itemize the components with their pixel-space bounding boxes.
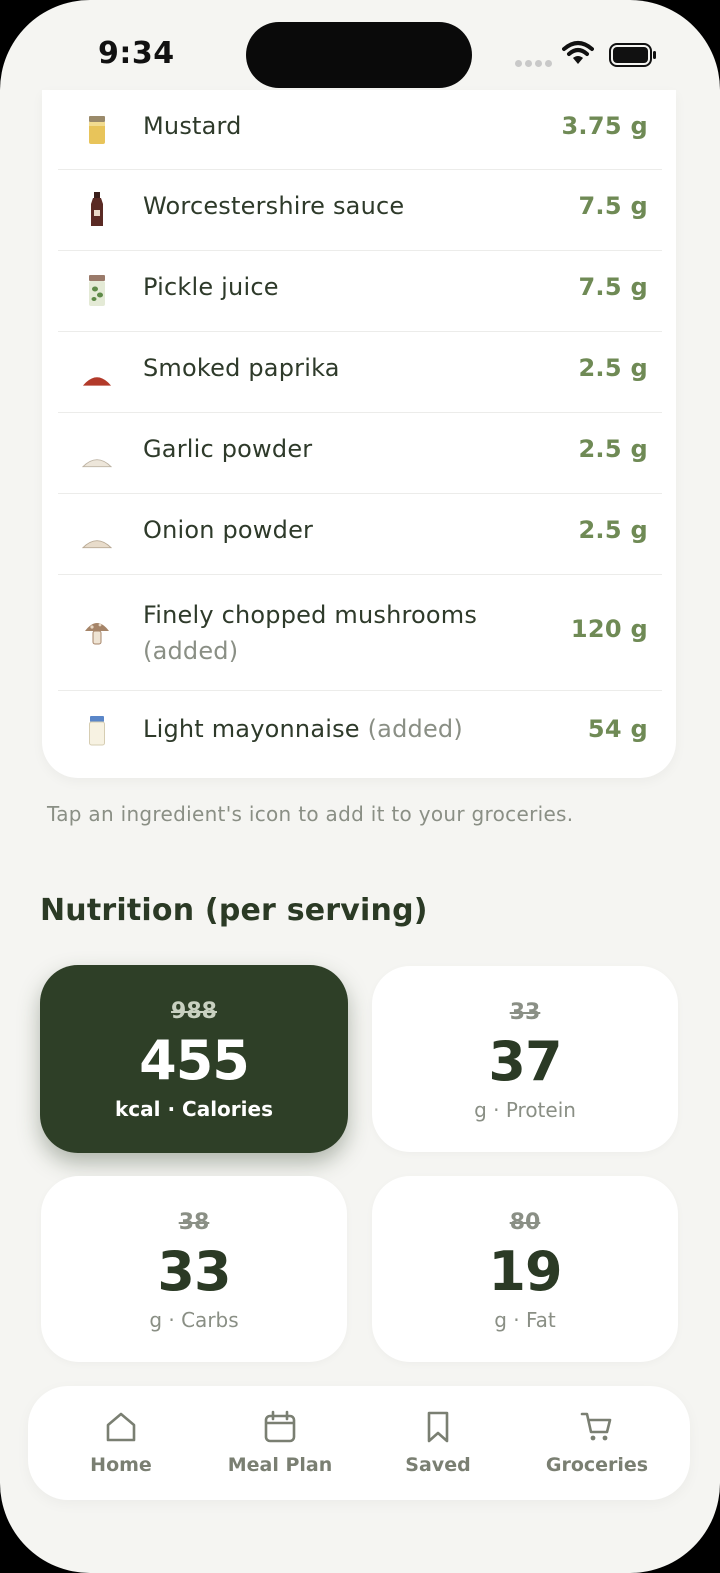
ingredient-qty: 2.5 g [578, 435, 648, 463]
fat-unit: g · Fat [494, 1308, 556, 1332]
fat-old-value: 80 [509, 1210, 541, 1235]
wifi-icon [562, 41, 594, 64]
status-bar: 9:34 [0, 0, 720, 96]
mustard-jar-icon[interactable] [82, 110, 112, 150]
ingredient-name: Worcestershire sauce [143, 192, 405, 220]
ingredient-name: Garlic powder [143, 435, 313, 463]
ingredient-row[interactable]: Mustard 3.75 g [58, 90, 662, 170]
calories-tile[interactable]: 988 455 kcal · Calories [40, 965, 348, 1153]
ingredient-row[interactable]: Light mayonnaise (added) 54 g [58, 691, 662, 775]
tab-home-label: Home [90, 1454, 152, 1476]
ingredient-name: Mustard [143, 112, 242, 140]
fat-tile[interactable]: 80 19 g · Fat [372, 1176, 678, 1362]
protein-old-value: 33 [509, 1000, 541, 1025]
carbs-tile[interactable]: 38 33 g · Carbs [41, 1176, 347, 1362]
ingredient-row[interactable]: Worcestershire sauce 7.5 g [58, 170, 662, 251]
signal-dots-icon [515, 60, 552, 67]
tab-meal-plan[interactable]: Meal Plan [200, 1386, 360, 1500]
phone-screen: 9:34 Mustard 3.75 g Worcestershire sauce [0, 0, 720, 1573]
ingredient-row[interactable]: Finely chopped mushrooms (added) 120 g [58, 575, 662, 691]
ingredient-row[interactable]: Pickle juice 7.5 g [58, 251, 662, 332]
ingredient-added-note: (added) [143, 637, 239, 665]
battery-icon [609, 43, 656, 67]
ingredient-name: Finely chopped mushrooms (added) [143, 597, 543, 669]
ingredient-name: Pickle juice [143, 273, 279, 301]
ingredient-name-text: Finely chopped mushrooms [143, 601, 478, 629]
tab-home[interactable]: Home [41, 1386, 201, 1500]
cart-icon [580, 1412, 612, 1441]
grocery-tip: Tap an ingredient's icon to add it to yo… [47, 802, 574, 826]
powder-pile-icon[interactable] [82, 433, 112, 473]
ingredient-name: Light mayonnaise (added) [143, 715, 463, 743]
ingredient-added-note: (added) [367, 715, 463, 743]
pickle-jar-icon[interactable] [82, 271, 112, 311]
carbs-value: 33 [157, 1240, 231, 1303]
ingredient-row[interactable]: Smoked paprika 2.5 g [58, 332, 662, 413]
nutrition-title: Nutrition (per serving) [40, 893, 428, 928]
status-time: 9:34 [98, 36, 175, 71]
ingredient-qty: 3.75 g [561, 112, 648, 140]
bookmark-icon [427, 1411, 449, 1443]
ingredient-qty: 7.5 g [578, 192, 648, 220]
calendar-icon [264, 1410, 296, 1443]
fat-value: 19 [488, 1240, 562, 1303]
protein-value: 37 [488, 1030, 562, 1093]
ingredient-qty: 2.5 g [578, 516, 648, 544]
home-icon [106, 1412, 136, 1442]
carbs-unit: g · Carbs [149, 1308, 239, 1332]
tab-saved-label: Saved [405, 1454, 471, 1476]
tab-saved[interactable]: Saved [358, 1386, 518, 1500]
ingredient-row[interactable]: Onion powder 2.5 g [58, 494, 662, 575]
ingredient-qty: 2.5 g [578, 354, 648, 382]
tab-bar: Home Meal Plan Saved Groceries [28, 1386, 690, 1500]
dynamic-island [246, 22, 472, 88]
powder-pile-icon[interactable] [82, 514, 112, 554]
calories-value: 455 [139, 1029, 250, 1092]
ingredients-card: Mustard 3.75 g Worcestershire sauce 7.5 … [42, 90, 676, 778]
calories-unit: kcal · Calories [115, 1097, 273, 1121]
paprika-pile-icon[interactable] [82, 352, 112, 392]
tab-groceries-label: Groceries [545, 1454, 649, 1476]
protein-unit: g · Protein [474, 1098, 576, 1122]
carbs-old-value: 38 [178, 1210, 210, 1235]
protein-tile[interactable]: 33 37 g · Protein [372, 966, 678, 1152]
ingredient-qty: 7.5 g [578, 273, 648, 301]
tab-meal-plan-label: Meal Plan [227, 1454, 333, 1476]
ingredient-name: Smoked paprika [143, 354, 340, 382]
mushroom-icon[interactable] [82, 613, 112, 653]
mayonnaise-jar-icon[interactable] [82, 711, 112, 751]
sauce-bottle-icon[interactable] [82, 190, 112, 230]
ingredient-qty: 120 g [570, 615, 648, 643]
calories-old-value: 988 [171, 999, 217, 1024]
ingredient-name-text: Light mayonnaise [143, 715, 360, 743]
ingredient-qty: 54 g [587, 715, 648, 743]
ingredient-row[interactable]: Garlic powder 2.5 g [58, 413, 662, 494]
tab-groceries[interactable]: Groceries [517, 1386, 677, 1500]
ingredient-name: Onion powder [143, 516, 314, 544]
